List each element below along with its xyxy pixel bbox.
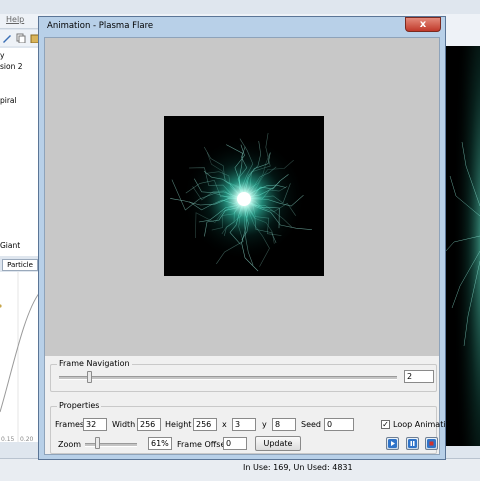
dialog-client-area: Frame Navigation 2 Properties Frames 32 … bbox=[44, 37, 456, 455]
play-icon bbox=[388, 439, 397, 448]
animation-preview-area bbox=[45, 38, 439, 356]
frame-offset-label: Frame Offset bbox=[177, 440, 229, 449]
zoom-slider-thumb[interactable] bbox=[95, 437, 100, 449]
close-button[interactable]: x bbox=[405, 17, 441, 32]
width-label: Width bbox=[112, 420, 136, 429]
zoom-slider-track[interactable] bbox=[85, 443, 137, 447]
frames-label: Frames bbox=[55, 420, 85, 429]
properties-label: Properties bbox=[57, 401, 102, 410]
tree-item[interactable]: y bbox=[0, 51, 4, 60]
height-field[interactable]: 256 bbox=[193, 418, 217, 431]
height-label: Height bbox=[165, 420, 192, 429]
frames-field[interactable]: 32 bbox=[83, 418, 107, 431]
dialog-titlebar[interactable]: Animation - Plasma Flare x bbox=[39, 17, 445, 37]
loop-animation-label: Loop Animation bbox=[393, 420, 456, 429]
axis-tick-label: 0.20 bbox=[20, 436, 34, 443]
stop-icon bbox=[427, 439, 436, 448]
frame-slider-track[interactable] bbox=[59, 376, 397, 380]
x-label: x bbox=[222, 420, 227, 429]
properties-group: Properties Frames 32 Width 256 Height 25… bbox=[50, 401, 456, 454]
frame-number-field[interactable]: 2 bbox=[404, 370, 434, 383]
zoom-field[interactable]: 61% bbox=[148, 437, 172, 450]
frame-slider-thumb[interactable] bbox=[87, 371, 92, 383]
background-tabs: Particle bbox=[0, 258, 40, 271]
tree-item[interactable]: Giant bbox=[0, 241, 20, 250]
seed-label: Seed bbox=[301, 420, 321, 429]
frame-navigation-group: Frame Navigation 2 bbox=[50, 359, 437, 392]
checkmark-icon: ✓ bbox=[382, 420, 389, 429]
plasma-flare-render bbox=[164, 116, 324, 276]
curve-plot bbox=[0, 272, 41, 442]
width-field[interactable]: 256 bbox=[137, 418, 161, 431]
pause-button[interactable] bbox=[406, 437, 419, 450]
frame-navigation-label: Frame Navigation bbox=[57, 359, 132, 368]
menu-help[interactable]: Help bbox=[6, 15, 24, 24]
background-toolbar-right bbox=[446, 26, 480, 46]
background-curve-editor bbox=[0, 272, 41, 442]
dialog-title: Animation - Plasma Flare bbox=[47, 21, 154, 31]
close-icon: x bbox=[419, 19, 427, 30]
background-preview-panel bbox=[445, 46, 480, 446]
animation-dialog: Animation - Plasma Flare x Frame Navigat… bbox=[38, 16, 456, 460]
x-field[interactable]: 3 bbox=[232, 418, 256, 431]
frame-offset-field[interactable]: 0 bbox=[223, 437, 247, 450]
background-tree-panel: y sion 2 piral Giant bbox=[0, 48, 41, 256]
copy-tool-icon[interactable] bbox=[16, 33, 26, 43]
y-field[interactable]: 8 bbox=[272, 418, 296, 431]
tree-item[interactable]: piral bbox=[0, 96, 17, 105]
background-toolbar bbox=[0, 30, 40, 46]
background-flare-glimpse bbox=[445, 46, 480, 446]
stop-button[interactable] bbox=[425, 437, 438, 450]
edit-tool-icon[interactable] bbox=[2, 33, 12, 43]
tab-particle[interactable]: Particle bbox=[2, 259, 38, 271]
zoom-label: Zoom bbox=[58, 440, 82, 449]
status-bar: In Use: 169, Un Used: 4831 bbox=[0, 458, 480, 481]
y-label: y bbox=[262, 420, 267, 429]
background-axis-labels: 0.15 0.20 bbox=[0, 436, 40, 446]
pause-icon bbox=[408, 439, 417, 448]
play-button[interactable] bbox=[386, 437, 399, 450]
axis-tick-label: 0.15 bbox=[1, 436, 15, 443]
loop-animation-checkbox[interactable]: ✓ bbox=[381, 420, 390, 429]
tree-item[interactable]: sion 2 bbox=[0, 62, 23, 71]
seed-field[interactable]: 0 bbox=[324, 418, 354, 431]
update-button[interactable]: Update bbox=[255, 436, 301, 451]
status-text: In Use: 169, Un Used: 4831 bbox=[243, 463, 353, 472]
plasma-flare-image bbox=[164, 116, 324, 276]
